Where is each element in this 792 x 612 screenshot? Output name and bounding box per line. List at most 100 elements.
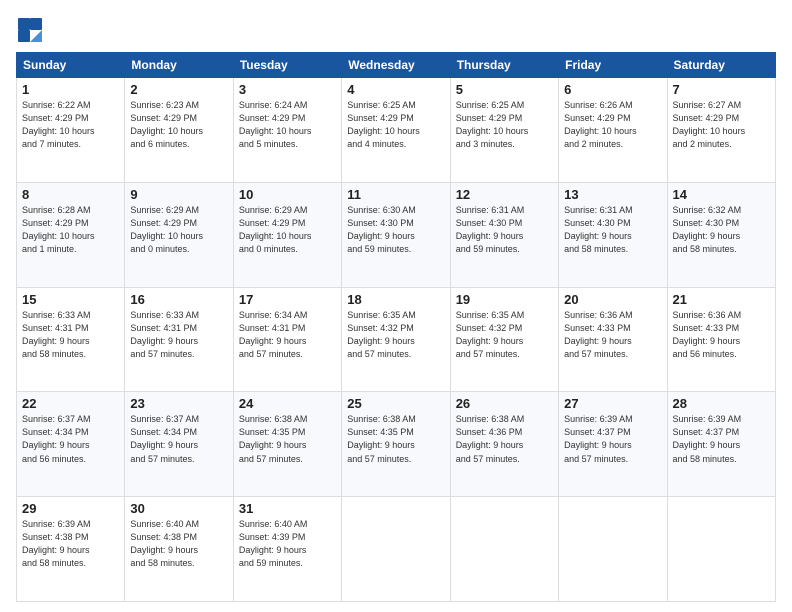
- col-header-friday: Friday: [559, 53, 667, 78]
- calendar-cell: 28 Sunrise: 6:39 AMSunset: 4:37 PMDayligh…: [667, 392, 775, 497]
- calendar-header-row: SundayMondayTuesdayWednesdayThursdayFrid…: [17, 53, 776, 78]
- cell-info: Sunrise: 6:35 AMSunset: 4:32 PMDaylight:…: [347, 309, 444, 361]
- day-number: 25: [347, 396, 444, 411]
- cell-info: Sunrise: 6:39 AMSunset: 4:38 PMDaylight:…: [22, 518, 119, 570]
- cell-info: Sunrise: 6:32 AMSunset: 4:30 PMDaylight:…: [673, 204, 770, 256]
- cell-info: Sunrise: 6:37 AMSunset: 4:34 PMDaylight:…: [22, 413, 119, 465]
- cell-info: Sunrise: 6:29 AMSunset: 4:29 PMDaylight:…: [130, 204, 227, 256]
- day-number: 22: [22, 396, 119, 411]
- calendar-cell: 14 Sunrise: 6:32 AMSunset: 4:30 PMDayligh…: [667, 182, 775, 287]
- calendar-cell: 27 Sunrise: 6:39 AMSunset: 4:37 PMDayligh…: [559, 392, 667, 497]
- day-number: 20: [564, 292, 661, 307]
- calendar-cell: 31 Sunrise: 6:40 AMSunset: 4:39 PMDayligh…: [233, 497, 341, 602]
- day-number: 9: [130, 187, 227, 202]
- calendar-cell: 9 Sunrise: 6:29 AMSunset: 4:29 PMDaylight…: [125, 182, 233, 287]
- calendar-cell: 24 Sunrise: 6:38 AMSunset: 4:35 PMDayligh…: [233, 392, 341, 497]
- calendar-week-3: 15 Sunrise: 6:33 AMSunset: 4:31 PMDayligh…: [17, 287, 776, 392]
- cell-info: Sunrise: 6:26 AMSunset: 4:29 PMDaylight:…: [564, 99, 661, 151]
- day-number: 16: [130, 292, 227, 307]
- day-number: 28: [673, 396, 770, 411]
- day-number: 24: [239, 396, 336, 411]
- cell-info: Sunrise: 6:33 AMSunset: 4:31 PMDaylight:…: [130, 309, 227, 361]
- calendar-cell: 15Sunrise: 6:33 AMSunset: 4:31 PMDayligh…: [17, 287, 125, 392]
- cell-info: Sunrise: 6:37 AMSunset: 4:34 PMDaylight:…: [130, 413, 227, 465]
- day-number: 3: [239, 82, 336, 97]
- day-number: 6: [564, 82, 661, 97]
- calendar-cell: [667, 497, 775, 602]
- day-number: 19: [456, 292, 553, 307]
- cell-info: Sunrise: 6:25 AMSunset: 4:29 PMDaylight:…: [347, 99, 444, 151]
- calendar-cell: 3Sunrise: 6:24 AMSunset: 4:29 PMDaylight…: [233, 78, 341, 183]
- calendar-cell: 13 Sunrise: 6:31 AMSunset: 4:30 PMDayligh…: [559, 182, 667, 287]
- day-number: 8: [22, 187, 119, 202]
- day-number: 12: [456, 187, 553, 202]
- cell-info: Sunrise: 6:27 AMSunset: 4:29 PMDaylight:…: [673, 99, 770, 151]
- day-number: 14: [673, 187, 770, 202]
- cell-info: Sunrise: 6:28 AMSunset: 4:29 PMDaylight:…: [22, 204, 119, 256]
- day-number: 27: [564, 396, 661, 411]
- logo: [16, 16, 48, 44]
- cell-info: Sunrise: 6:36 AMSunset: 4:33 PMDaylight:…: [673, 309, 770, 361]
- page: SundayMondayTuesdayWednesdayThursdayFrid…: [0, 0, 792, 612]
- cell-info: Sunrise: 6:40 AMSunset: 4:38 PMDaylight:…: [130, 518, 227, 570]
- calendar-cell: 12 Sunrise: 6:31 AMSunset: 4:30 PMDayligh…: [450, 182, 558, 287]
- calendar-week-4: 22 Sunrise: 6:37 AMSunset: 4:34 PMDayligh…: [17, 392, 776, 497]
- cell-info: Sunrise: 6:40 AMSunset: 4:39 PMDaylight:…: [239, 518, 336, 570]
- day-number: 7: [673, 82, 770, 97]
- calendar-cell: 4Sunrise: 6:25 AMSunset: 4:29 PMDaylight…: [342, 78, 450, 183]
- day-number: 13: [564, 187, 661, 202]
- day-number: 29: [22, 501, 119, 516]
- calendar-cell: 19Sunrise: 6:35 AMSunset: 4:32 PMDayligh…: [450, 287, 558, 392]
- col-header-tuesday: Tuesday: [233, 53, 341, 78]
- calendar-week-5: 29 Sunrise: 6:39 AMSunset: 4:38 PMDayligh…: [17, 497, 776, 602]
- cell-info: Sunrise: 6:38 AMSunset: 4:35 PMDaylight:…: [239, 413, 336, 465]
- calendar-cell: 5 Sunrise: 6:25 AMSunset: 4:29 PMDaylight…: [450, 78, 558, 183]
- cell-info: Sunrise: 6:38 AMSunset: 4:35 PMDaylight:…: [347, 413, 444, 465]
- col-header-saturday: Saturday: [667, 53, 775, 78]
- calendar-cell: 20Sunrise: 6:36 AMSunset: 4:33 PMDayligh…: [559, 287, 667, 392]
- col-header-wednesday: Wednesday: [342, 53, 450, 78]
- header: [16, 16, 776, 44]
- calendar-cell: 30 Sunrise: 6:40 AMSunset: 4:38 PMDayligh…: [125, 497, 233, 602]
- calendar-week-2: 8 Sunrise: 6:28 AMSunset: 4:29 PMDaylight…: [17, 182, 776, 287]
- cell-info: Sunrise: 6:29 AMSunset: 4:29 PMDaylight:…: [239, 204, 336, 256]
- calendar-cell: 8 Sunrise: 6:28 AMSunset: 4:29 PMDaylight…: [17, 182, 125, 287]
- day-number: 11: [347, 187, 444, 202]
- cell-info: Sunrise: 6:31 AMSunset: 4:30 PMDaylight:…: [564, 204, 661, 256]
- cell-info: Sunrise: 6:38 AMSunset: 4:36 PMDaylight:…: [456, 413, 553, 465]
- cell-info: Sunrise: 6:39 AMSunset: 4:37 PMDaylight:…: [673, 413, 770, 465]
- calendar-cell: 11Sunrise: 6:30 AMSunset: 4:30 PMDayligh…: [342, 182, 450, 287]
- day-number: 15: [22, 292, 119, 307]
- calendar-cell: [559, 497, 667, 602]
- cell-info: Sunrise: 6:39 AMSunset: 4:37 PMDaylight:…: [564, 413, 661, 465]
- cell-info: Sunrise: 6:34 AMSunset: 4:31 PMDaylight:…: [239, 309, 336, 361]
- day-number: 21: [673, 292, 770, 307]
- calendar-table: SundayMondayTuesdayWednesdayThursdayFrid…: [16, 52, 776, 602]
- calendar-cell: 26 Sunrise: 6:38 AMSunset: 4:36 PMDayligh…: [450, 392, 558, 497]
- calendar-cell: 29 Sunrise: 6:39 AMSunset: 4:38 PMDayligh…: [17, 497, 125, 602]
- cell-info: Sunrise: 6:25 AMSunset: 4:29 PMDaylight:…: [456, 99, 553, 151]
- calendar-cell: 16 Sunrise: 6:33 AMSunset: 4:31 PMDayligh…: [125, 287, 233, 392]
- cell-info: Sunrise: 6:23 AMSunset: 4:29 PMDaylight:…: [130, 99, 227, 151]
- calendar-cell: 10Sunrise: 6:29 AMSunset: 4:29 PMDayligh…: [233, 182, 341, 287]
- calendar-week-1: 1 Sunrise: 6:22 AMSunset: 4:29 PMDaylight…: [17, 78, 776, 183]
- calendar-cell: [342, 497, 450, 602]
- day-number: 5: [456, 82, 553, 97]
- calendar-cell: 25 Sunrise: 6:38 AMSunset: 4:35 PMDayligh…: [342, 392, 450, 497]
- day-number: 31: [239, 501, 336, 516]
- calendar-cell: 22 Sunrise: 6:37 AMSunset: 4:34 PMDayligh…: [17, 392, 125, 497]
- day-number: 30: [130, 501, 227, 516]
- day-number: 17: [239, 292, 336, 307]
- calendar-cell: 23Sunrise: 6:37 AMSunset: 4:34 PMDayligh…: [125, 392, 233, 497]
- logo-icon: [16, 16, 44, 44]
- calendar-cell: 21 Sunrise: 6:36 AMSunset: 4:33 PMDayligh…: [667, 287, 775, 392]
- cell-info: Sunrise: 6:22 AMSunset: 4:29 PMDaylight:…: [22, 99, 119, 151]
- day-number: 1: [22, 82, 119, 97]
- calendar-cell: 7 Sunrise: 6:27 AMSunset: 4:29 PMDaylight…: [667, 78, 775, 183]
- cell-info: Sunrise: 6:31 AMSunset: 4:30 PMDaylight:…: [456, 204, 553, 256]
- col-header-monday: Monday: [125, 53, 233, 78]
- day-number: 26: [456, 396, 553, 411]
- calendar-cell: 18Sunrise: 6:35 AMSunset: 4:32 PMDayligh…: [342, 287, 450, 392]
- calendar-cell: 2Sunrise: 6:23 AMSunset: 4:29 PMDaylight…: [125, 78, 233, 183]
- col-header-thursday: Thursday: [450, 53, 558, 78]
